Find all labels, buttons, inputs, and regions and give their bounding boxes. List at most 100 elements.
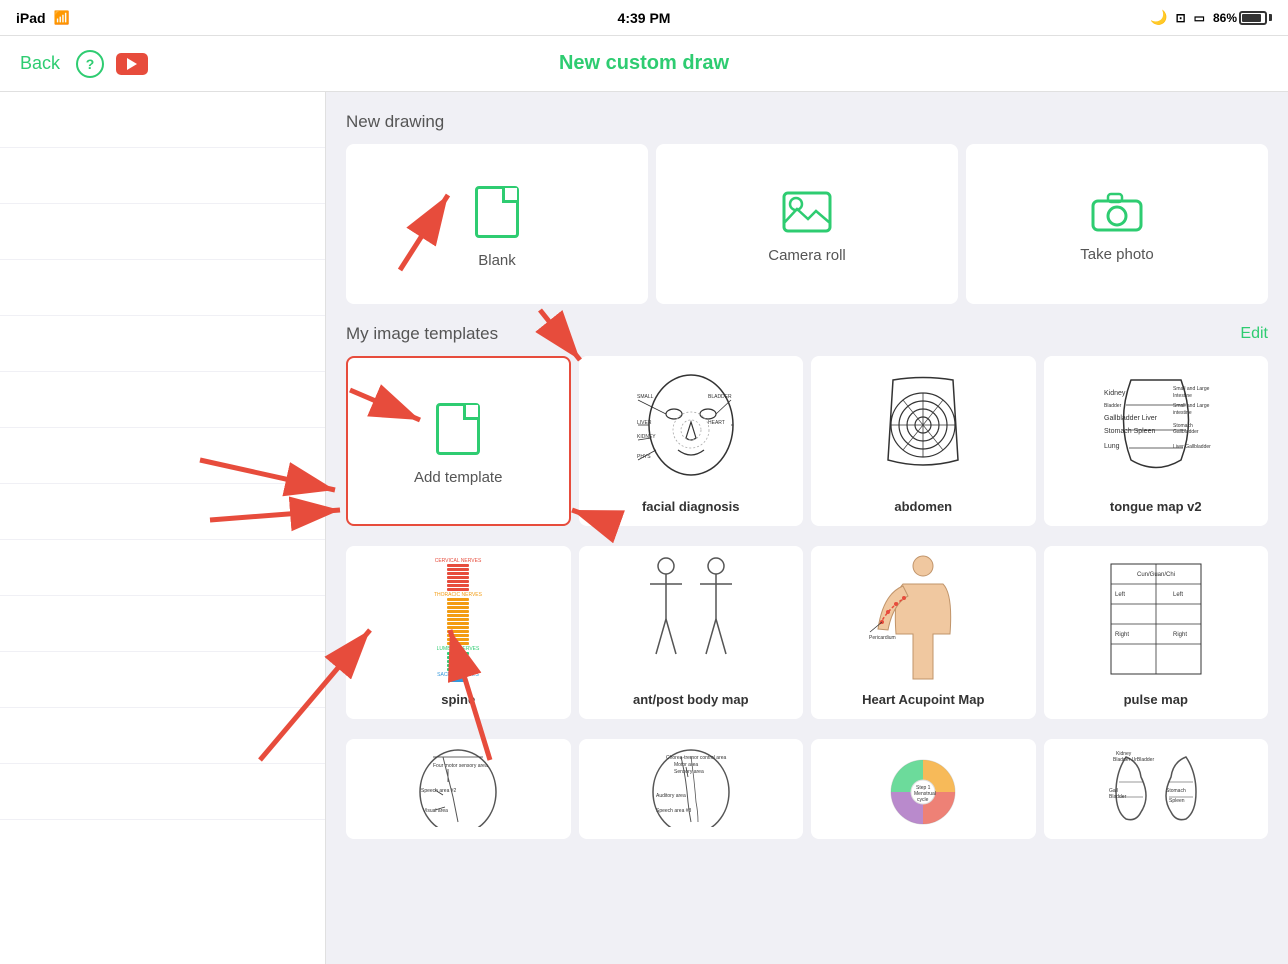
brain1-svg: Four motor sensory area Speech area #2 V… [403, 747, 513, 827]
battery-percent: 86% [1213, 11, 1237, 25]
tongue-map-img: Kidney Bladder Gallbladder Liver Stomach… [1054, 364, 1259, 491]
sidebar-item-5 [0, 316, 325, 372]
status-bar: iPad 📶 4:39 PM 🌙 ⊡ ▭ 86% [0, 0, 1288, 36]
svg-text:Liver Gallbladder: Liver Gallbladder [1173, 444, 1211, 450]
abdomen-img [821, 364, 1026, 491]
blank-card[interactable]: Blank [346, 144, 648, 304]
battery-bar [1239, 11, 1267, 25]
brain-map-2-img: Chorea-tremor control area Motor area Se… [589, 747, 794, 827]
help-button[interactable]: ? [76, 50, 104, 78]
take-photo-card[interactable]: Take photo [966, 144, 1268, 304]
svg-text:Pericardium: Pericardium [869, 635, 896, 641]
nav-title: New custom draw [559, 52, 729, 75]
body-map-card[interactable]: ant/post body map [579, 546, 804, 719]
sidebar-item-9 [0, 540, 325, 596]
tongue-map-label: tongue map v2 [1110, 499, 1202, 514]
svg-text:THORACIC NERVES: THORACIC NERVES [434, 592, 483, 598]
svg-text:LIVER: LIVER [637, 420, 652, 426]
new-drawing-title: New drawing [346, 112, 444, 132]
sidebar-item-13 [0, 764, 325, 820]
youtube-button[interactable] [116, 53, 148, 75]
svg-text:SMALL: SMALL [637, 394, 654, 400]
svg-text:Stomach Spleen: Stomach Spleen [1104, 428, 1155, 435]
camera-roll-card[interactable]: Camera roll [656, 144, 958, 304]
cast-icon: ▭ [1194, 11, 1205, 25]
abdomen-label: abdomen [894, 499, 952, 514]
brain-map-1-img: Four motor sensory area Speech area #2 V… [356, 747, 561, 827]
status-left: iPad 📶 [16, 10, 70, 26]
screen-icon: ⊡ [1176, 11, 1186, 25]
tongue-map-card[interactable]: Kidney Bladder Gallbladder Liver Stomach… [1044, 356, 1269, 526]
svg-text:Small and Large: Small and Large [1173, 403, 1210, 409]
spine-svg: CERVICAL NERVES THORACIC NERVES [403, 554, 513, 684]
sidebar-item-7 [0, 428, 325, 484]
svg-text:Visual area: Visual area [423, 808, 448, 814]
templates-title: My image templates [346, 324, 498, 344]
brain-map-1-card[interactable]: Four motor sensory area Speech area #2 V… [346, 739, 571, 839]
pulse-map-label: pulse map [1124, 692, 1188, 707]
battery-fill [1242, 14, 1261, 22]
abdomen-card[interactable]: abdomen [811, 356, 1036, 526]
svg-text:Auditory area: Auditory area [656, 793, 686, 799]
sidebar-item-1 [0, 92, 325, 148]
facial-diagnosis-img: SMALL LIVER KIDNEY PHYS BLADDER HEART [589, 364, 794, 491]
pulse-map-img: Cun/Guan/Chi Left Left Right Right [1054, 554, 1259, 684]
svg-text:Bladder UrBladder: Bladder UrBladder [1113, 757, 1154, 763]
pulse-map-card[interactable]: Cun/Guan/Chi Left Left Right Right pulse… [1044, 546, 1269, 719]
brain-map-2-card[interactable]: Chorea-tremor control area Motor area Se… [579, 739, 804, 839]
sidebar-item-11 [0, 652, 325, 708]
svg-text:Kidney: Kidney [1104, 390, 1126, 397]
spine-card[interactable]: CERVICAL NERVES THORACIC NERVES [346, 546, 571, 719]
bladder-map-card[interactable]: Kidney Bladder UrBladder Gall Bladder St… [1044, 739, 1269, 839]
back-button[interactable]: Back [20, 53, 60, 74]
wifi-icon: 📶 [54, 10, 70, 26]
edit-button[interactable]: Edit [1240, 325, 1268, 343]
svg-text:PHYS: PHYS [637, 454, 651, 460]
svg-text:Speech area #3: Speech area #3 [656, 808, 692, 814]
body-map-label: ant/post body map [633, 692, 749, 707]
status-right: 🌙 ⊡ ▭ 86% [1150, 9, 1272, 26]
take-photo-label: Take photo [1080, 246, 1153, 263]
menstrual-cycle-card[interactable]: Step 1 Menstrual cycle [811, 739, 1036, 839]
svg-text:LUMBAR NERVES: LUMBAR NERVES [437, 646, 480, 652]
nav-bar: Back ? New custom draw [0, 36, 1288, 92]
svg-text:KIDNEY: KIDNEY [637, 434, 656, 440]
sidebar-item-6 [0, 372, 325, 428]
svg-text:CERVICAL NERVES: CERVICAL NERVES [435, 558, 482, 564]
doc-icon [475, 186, 519, 238]
cam-icon [1091, 192, 1143, 232]
img-icon [782, 191, 832, 233]
bladder-svg: Kidney Bladder UrBladder Gall Bladder St… [1101, 747, 1211, 827]
sidebar-item-12 [0, 708, 325, 764]
content-area: New drawing Blank Camera roll [326, 92, 1288, 964]
add-template-card[interactable]: Add template [346, 356, 571, 526]
heart-acupoint-card[interactable]: Pericardium Heart Acupoint Map [811, 546, 1036, 719]
battery-tip [1269, 14, 1272, 21]
add-template-icon [436, 403, 480, 455]
battery-indicator: 86% [1213, 11, 1272, 25]
new-drawing-header: New drawing [346, 112, 1268, 132]
svg-text:Lung: Lung [1104, 443, 1120, 450]
camera-roll-label: Camera roll [768, 247, 846, 264]
sidebar-item-3 [0, 204, 325, 260]
device-label: iPad [16, 10, 46, 26]
bladder-map-img: Kidney Bladder UrBladder Gall Bladder St… [1054, 747, 1259, 827]
new-drawing-grid: Blank Camera roll Take photo [346, 144, 1268, 304]
templates-row-2: CERVICAL NERVES THORACIC NERVES [346, 546, 1268, 719]
brain2-svg: Chorea-tremor control area Motor area Se… [636, 747, 746, 827]
main-layout: New drawing Blank Camera roll [0, 92, 1288, 964]
body-map-img [589, 554, 794, 684]
svg-text:Sensory area: Sensory area [674, 769, 704, 775]
nav-icons: ? [76, 50, 148, 78]
facial-diagnosis-card[interactable]: SMALL LIVER KIDNEY PHYS BLADDER HEART fa… [579, 356, 804, 526]
spine-img: CERVICAL NERVES THORACIC NERVES [356, 554, 561, 684]
sidebar-item-4 [0, 260, 325, 316]
blank-label: Blank [478, 252, 516, 269]
menstrual-svg: Step 1 Menstrual cycle [868, 747, 978, 827]
abdomen-svg [868, 370, 978, 485]
svg-text:Spleen: Spleen [1169, 798, 1185, 804]
pulse-svg: Cun/Guan/Chi Left Left Right Right [1101, 554, 1211, 684]
heart-acupoint-img: Pericardium [821, 554, 1026, 684]
svg-text:intestine: intestine [1173, 410, 1192, 416]
facial-diagnosis-label: facial diagnosis [642, 499, 740, 514]
